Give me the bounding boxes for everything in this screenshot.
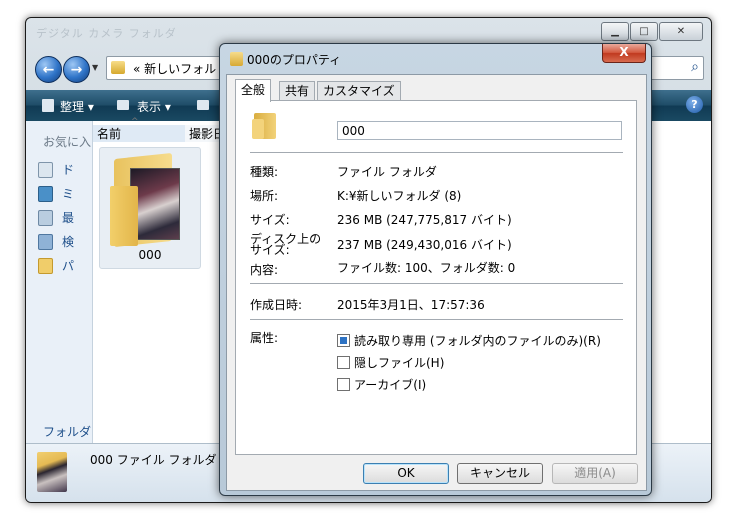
folder-icon (252, 113, 278, 139)
organize-icon (42, 99, 54, 112)
size-on-disk-value: 237 MB (249,430,016 バイト) (337, 238, 512, 252)
tab-sharing[interactable]: 共有 (279, 81, 316, 101)
general-tab-page: 種類: ファイル フォルダ 場所: K:¥新しいフォルダ (8) サイズ: 23… (235, 100, 637, 455)
tab-general[interactable]: 全般 (235, 79, 272, 102)
separator (250, 319, 623, 320)
size-value: 236 MB (247,775,817 バイト) (337, 213, 512, 227)
contains-label: 内容: (250, 263, 279, 277)
folders-toggle[interactable]: フォルダ (43, 423, 91, 440)
type-value: ファイル フォルダ (337, 165, 437, 179)
nav-item-music[interactable]: ミ (38, 185, 74, 202)
hidden-checkbox[interactable]: 隠しファイル(H) (337, 354, 444, 371)
dialog-title: 000のプロパティ (247, 53, 342, 67)
folder-item[interactable]: 000 (99, 147, 201, 269)
forward-arrow-icon[interactable]: → (63, 56, 90, 83)
checkbox-icon[interactable] (337, 378, 350, 391)
recent-icon (38, 209, 53, 226)
folder-thumbnail-icon (110, 152, 182, 248)
nav-item-recent[interactable]: 最 (38, 209, 74, 226)
folder-icon (230, 52, 243, 66)
folder-item-label: 000 (138, 248, 162, 262)
location-label: 場所: (250, 189, 279, 203)
maximize-button[interactable]: □ (630, 22, 658, 41)
search-icon[interactable]: ⌕ (691, 59, 699, 75)
nav-item-search[interactable]: 検 (38, 233, 74, 250)
ok-button[interactable]: OK (363, 463, 449, 484)
size-on-disk-label: ディスク上のサイズ: (250, 232, 322, 257)
created-label: 作成日時: (250, 298, 303, 312)
created-value: 2015年3月1日、17:57:36 (337, 298, 485, 312)
nav-item-public[interactable]: パ (38, 257, 74, 274)
organize-button[interactable]: 整理 ▾ (60, 98, 94, 115)
music-icon (38, 185, 53, 202)
back-arrow-icon[interactable]: ← (35, 56, 62, 83)
readonly-checkbox[interactable]: 読み取り専用 (フォルダ内のファイルのみ)(R) (337, 332, 601, 349)
folder-icon (111, 61, 125, 74)
views-icon (117, 100, 129, 110)
separator (250, 283, 623, 284)
contains-value: ファイル数: 100、フォルダ数: 0 (337, 261, 516, 275)
archive-checkbox[interactable]: アーカイブ(I) (337, 376, 426, 393)
column-name[interactable]: ^ 名前 (93, 117, 186, 142)
checkbox-icon[interactable] (337, 356, 350, 369)
details-text: 000 ファイル フォルダ (90, 453, 217, 467)
slideshow-icon[interactable] (197, 100, 209, 110)
nav-item-documents[interactable]: ド (38, 161, 74, 178)
location-value: K:¥新しいフォルダ (8) (337, 189, 462, 203)
documents-icon (38, 161, 53, 178)
cancel-button[interactable]: キャンセル (457, 463, 543, 484)
searches-icon (38, 233, 53, 250)
help-icon[interactable]: ? (686, 96, 703, 113)
sort-ascending-icon: ^ (131, 117, 139, 127)
favorites-header: お気に入 (43, 135, 92, 149)
minimize-button[interactable]: ▁ (601, 22, 629, 41)
properties-dialog: 000のプロパティ X 全般 共有 カスタマイズ 種類: ファイル フォルダ 場… (219, 43, 652, 496)
attributes-label: 属性: (250, 331, 279, 345)
explorer-close-button[interactable]: ✕ (659, 22, 703, 41)
explorer-title: デジタル カメラ フォルダ (36, 27, 177, 40)
dialog-close-button[interactable]: X (602, 44, 646, 63)
address-path: « 新しいフォル (133, 62, 217, 76)
history-dropdown-icon[interactable]: ▼ (92, 63, 98, 72)
size-label: サイズ: (250, 213, 290, 227)
views-button[interactable]: 表示 ▾ (137, 98, 171, 115)
dialog-body: 全般 共有 カスタマイズ 種類: ファイル フォルダ 場所: K:¥新しいフォル… (226, 74, 647, 491)
folder-name-input[interactable] (337, 121, 622, 140)
navigation-pane: お気に入 ド ミ 最 検 パ フォルダ (26, 121, 93, 443)
type-label: 種類: (250, 165, 279, 179)
checkbox-checked-icon[interactable] (337, 334, 350, 347)
explorer-caption-buttons: ▁ □ ✕ (600, 22, 703, 41)
apply-button[interactable]: 適用(A) (552, 463, 638, 484)
tab-customize[interactable]: カスタマイズ (317, 81, 401, 101)
details-folder-icon (37, 452, 67, 492)
public-folder-icon (38, 257, 53, 274)
separator (250, 152, 623, 153)
